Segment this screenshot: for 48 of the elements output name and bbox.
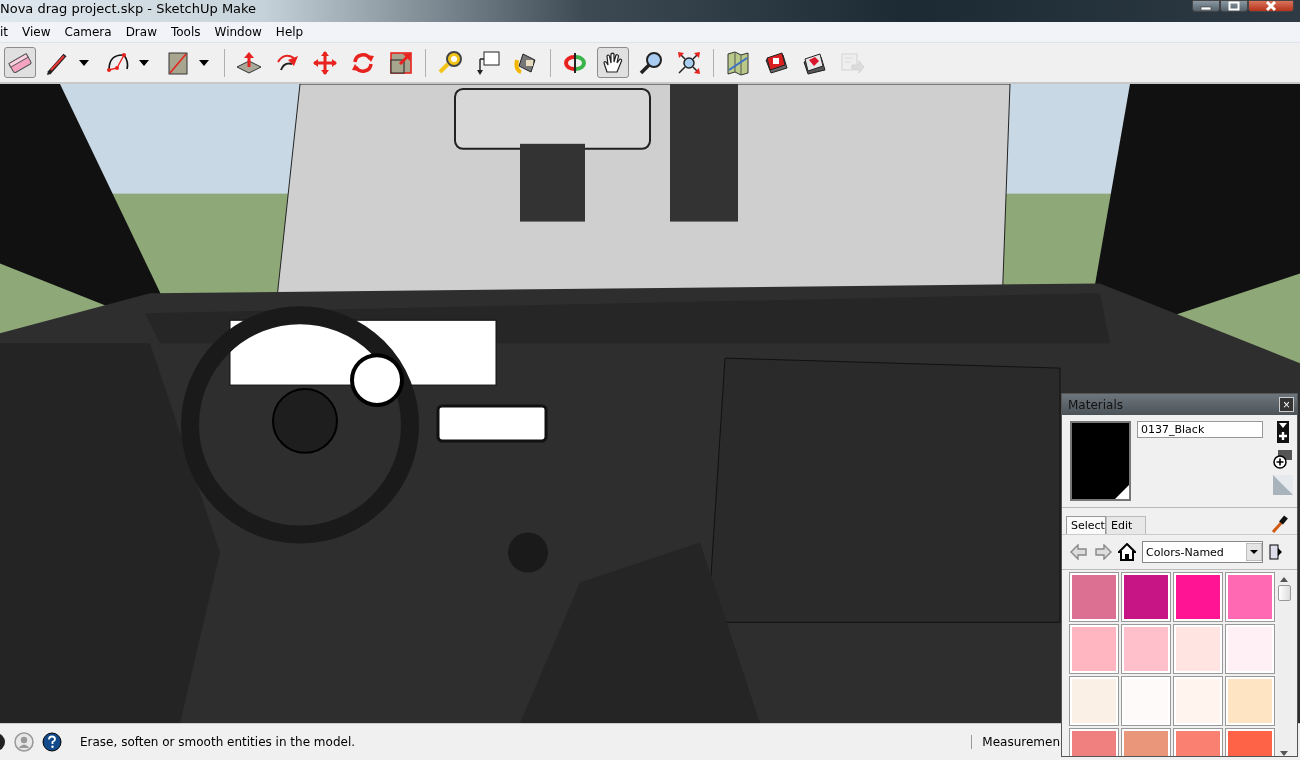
add-to-model-icon[interactable] bbox=[1273, 449, 1293, 469]
color-swatch[interactable] bbox=[1226, 677, 1274, 725]
maximize-icon bbox=[1228, 1, 1240, 11]
measurements-label: Measuremen bbox=[971, 735, 1060, 749]
color-swatch[interactable] bbox=[1174, 677, 1222, 725]
color-swatch[interactable] bbox=[1174, 573, 1222, 621]
close-button[interactable] bbox=[1248, 0, 1294, 12]
menu-item[interactable]: View bbox=[22, 25, 58, 39]
forward-arrow-icon[interactable] bbox=[1094, 544, 1112, 560]
create-material-icon[interactable] bbox=[1276, 421, 1290, 443]
pan-hand-icon[interactable] bbox=[597, 47, 629, 78]
dropdown-arrow-icon[interactable] bbox=[1246, 543, 1262, 561]
close-button[interactable]: × bbox=[1279, 397, 1294, 412]
eyedropper-icon[interactable] bbox=[1271, 514, 1289, 534]
menu-item[interactable]: Draw bbox=[125, 25, 164, 39]
library-dropdown[interactable]: Colors-Named bbox=[1142, 541, 1263, 563]
menu-item[interactable]: Help bbox=[275, 25, 311, 39]
color-swatch[interactable] bbox=[1226, 573, 1274, 621]
details-arrow-icon[interactable] bbox=[1269, 543, 1283, 561]
scroll-up-icon[interactable] bbox=[1280, 577, 1288, 582]
menu-item[interactable]: it bbox=[0, 25, 16, 39]
eraser-icon[interactable] bbox=[4, 47, 36, 78]
color-swatch[interactable] bbox=[1226, 625, 1274, 673]
scroll-down-icon[interactable] bbox=[1280, 751, 1288, 756]
color-swatch[interactable] bbox=[1174, 625, 1222, 673]
maximize-button[interactable] bbox=[1220, 0, 1248, 12]
color-swatch[interactable] bbox=[1122, 625, 1170, 673]
window-title: Nova drag project.skp - SketchUp Make bbox=[0, 0, 257, 16]
color-swatch[interactable] bbox=[1070, 573, 1118, 621]
back-arrow-icon[interactable] bbox=[1070, 544, 1088, 560]
menu-item[interactable]: Tools bbox=[170, 25, 208, 39]
color-swatch[interactable] bbox=[1070, 677, 1118, 725]
color-swatch[interactable] bbox=[1070, 625, 1118, 673]
menu-item[interactable]: Camera bbox=[64, 25, 119, 39]
status-hint: Erase, soften or smooth entities in the model. bbox=[80, 735, 356, 749]
color-swatch[interactable] bbox=[1122, 573, 1170, 621]
material-name-field[interactable]: 0137_Black bbox=[1137, 421, 1263, 438]
menu-item[interactable]: Window bbox=[214, 25, 269, 39]
panel-tab[interactable]: Edit bbox=[1106, 516, 1146, 534]
minimize-button[interactable] bbox=[1192, 0, 1220, 12]
corner-triangle-icon bbox=[1115, 485, 1129, 499]
panel-title: Materials bbox=[1068, 397, 1123, 412]
help-icon[interactable] bbox=[42, 732, 62, 752]
home-icon[interactable] bbox=[1118, 543, 1136, 561]
color-swatch[interactable] bbox=[1122, 677, 1170, 725]
scroll-thumb[interactable] bbox=[1277, 585, 1291, 601]
panel-tab[interactable]: Select bbox=[1066, 516, 1106, 534]
close-icon bbox=[1264, 1, 1278, 11]
